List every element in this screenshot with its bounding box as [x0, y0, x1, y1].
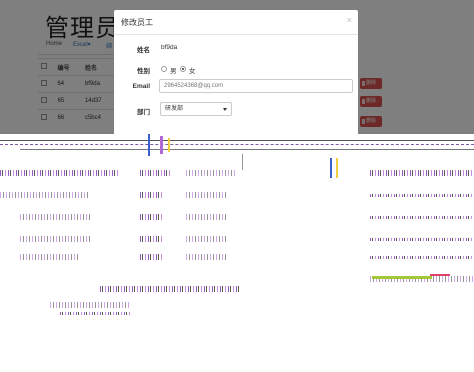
department-label: 部门	[137, 109, 150, 116]
glitch-noise	[20, 254, 80, 260]
email-input[interactable]: 2964524368@qq.com	[159, 79, 353, 93]
glitch-noise	[140, 236, 164, 242]
glitch-noise	[370, 238, 474, 241]
glitch-noise	[140, 170, 170, 176]
glitch-noise	[370, 256, 474, 259]
glitch-block	[160, 136, 163, 154]
glitch-line	[0, 144, 474, 145]
glitch-noise	[140, 192, 164, 198]
glitch-block	[336, 158, 338, 178]
glitch-line	[20, 149, 474, 150]
glitch-line	[0, 140, 474, 141]
department-select[interactable]: 研发部	[160, 102, 232, 116]
glitch-block	[148, 134, 150, 156]
close-icon[interactable]: ×	[347, 16, 352, 25]
glitch-noise	[20, 236, 90, 242]
glitch-block	[330, 158, 332, 178]
name-label: 姓名	[137, 47, 150, 54]
glitch-noise	[186, 170, 236, 176]
department-selected: 研发部	[165, 106, 184, 112]
modal-header: 修改员工 ×	[114, 10, 358, 35]
glitch-block	[168, 138, 170, 152]
glitch-region	[0, 134, 474, 372]
glitch-noise	[140, 254, 164, 260]
gender-option-female: 女	[189, 68, 196, 75]
modal-title: 修改员工	[121, 18, 153, 27]
name-value: bf9da	[161, 44, 178, 51]
glitch-block	[430, 274, 450, 276]
glitch-block	[372, 276, 432, 279]
glitch-noise	[186, 192, 226, 198]
glitch-noise	[186, 236, 226, 242]
gender-option-male: 男	[170, 68, 177, 75]
glitch-noise	[0, 170, 120, 176]
glitch-noise	[186, 214, 226, 220]
gender-label: 性别	[137, 68, 150, 75]
glitch-noise	[370, 170, 474, 176]
gender-radio-male[interactable]	[161, 66, 167, 72]
glitch-noise	[186, 254, 226, 260]
edit-employee-modal: 修改员工 × 姓名 bf9da 性别 男 女 Email 2964524368@…	[114, 10, 358, 134]
gender-radio-female[interactable]	[180, 66, 186, 72]
glitch-noise	[100, 286, 240, 292]
glitch-block	[242, 154, 243, 170]
glitch-noise	[20, 214, 90, 220]
glitch-noise	[370, 194, 474, 197]
glitch-noise	[0, 192, 90, 198]
glitch-noise	[370, 216, 474, 219]
email-label: Email	[132, 83, 150, 90]
glitch-noise	[60, 312, 130, 315]
glitch-noise	[50, 302, 130, 308]
caret-down-icon	[223, 108, 227, 111]
glitch-noise	[140, 214, 164, 220]
